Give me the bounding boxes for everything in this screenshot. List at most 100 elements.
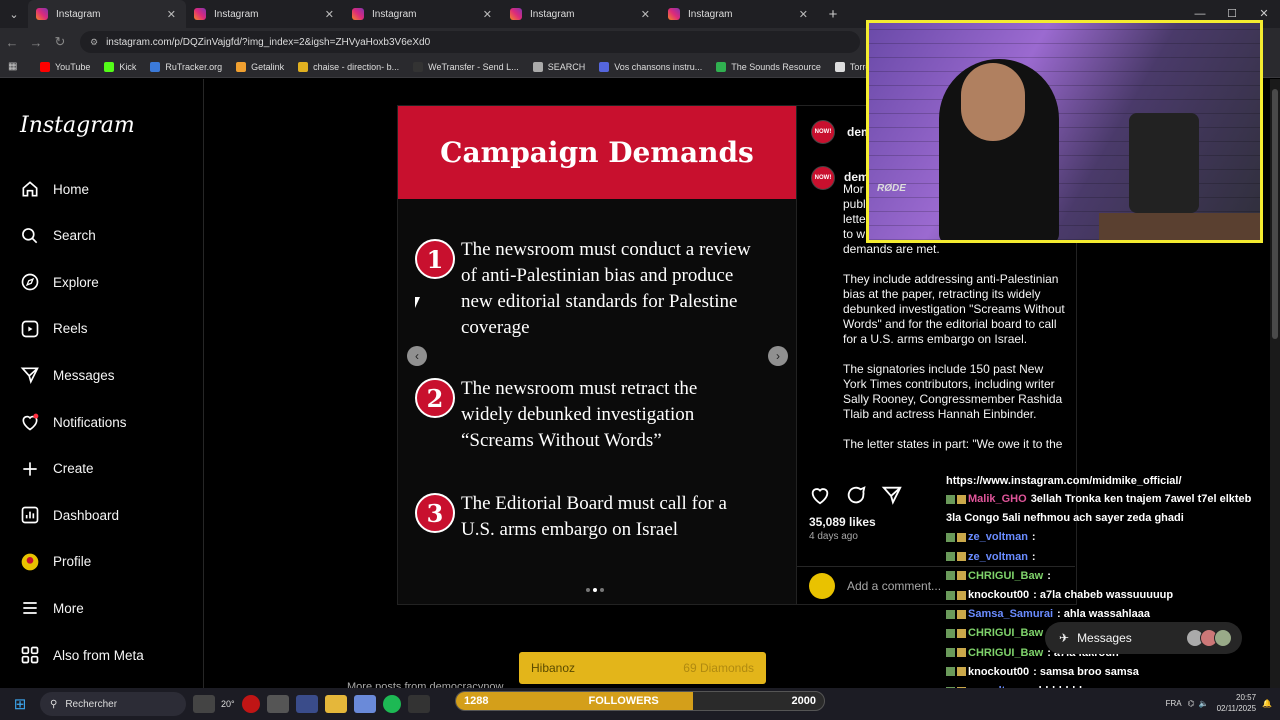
browser-tab[interactable]: Instagram ✕ bbox=[660, 0, 818, 28]
sidebar-item-profile[interactable]: Profile bbox=[20, 552, 91, 572]
bookmark-item[interactable]: chaise - direction- b... bbox=[298, 61, 400, 72]
like-count[interactable]: 35,089 likes bbox=[809, 515, 876, 529]
caption-paragraph: The letter states in part: "We owe it to… bbox=[843, 437, 1063, 453]
app-icon[interactable] bbox=[295, 695, 318, 713]
followers-label: FOLLOWERS bbox=[588, 695, 659, 707]
bookmark-item[interactable]: The Sounds Resource bbox=[716, 61, 821, 72]
bookmark-label: Vos chansons instru... bbox=[614, 61, 703, 72]
author-avatar[interactable]: NOW! bbox=[811, 120, 835, 144]
tab-search-button[interactable]: ⌄ bbox=[0, 0, 28, 28]
bookmark-item[interactable]: Kick bbox=[104, 61, 136, 72]
sidebar-item-home[interactable]: Home bbox=[20, 179, 89, 199]
sidebar-item-label: Search bbox=[53, 228, 96, 244]
clock-time: 20:57 bbox=[1236, 693, 1257, 702]
sidebar-item-dashboard[interactable]: Dashboard bbox=[20, 505, 119, 525]
sidebar-item-create[interactable]: Create bbox=[20, 459, 94, 479]
windows-start-icon[interactable]: ⊞ bbox=[6, 695, 34, 713]
search-icon bbox=[20, 226, 40, 246]
bookmark-item[interactable]: RuTracker.org bbox=[150, 61, 222, 72]
bookmark-item[interactable]: Vos chansons instru... bbox=[599, 61, 703, 72]
reload-button[interactable]: ↻ bbox=[48, 34, 72, 50]
bookmark-item[interactable]: WeTransfer - Send L... bbox=[413, 61, 519, 72]
chat-text: 3ellah Tronka ken tnajem 7awel t7el elkt… bbox=[1030, 493, 1252, 505]
volume-icon[interactable]: 🔈 bbox=[1199, 699, 1209, 708]
sidebar-item-label: Profile bbox=[53, 554, 92, 570]
taskbar-search[interactable]: ⚲ Rechercher bbox=[40, 692, 186, 716]
sidebar-item-messages[interactable]: Messages bbox=[20, 365, 115, 385]
bookmark-item[interactable]: Getalink bbox=[236, 61, 284, 72]
browser-tab[interactable]: Instagram ✕ bbox=[502, 0, 660, 28]
bookmark-favicon-icon bbox=[104, 61, 115, 72]
app-icon[interactable] bbox=[266, 695, 289, 713]
sidebar-item-notifications[interactable]: Notifications bbox=[20, 412, 127, 432]
sidebar-item-more[interactable]: More bbox=[20, 598, 84, 618]
caption-paragraph: They include addressing anti-Palestinian… bbox=[843, 272, 1065, 346]
demand-item: 2 The newsroom must retract the widely de… bbox=[415, 376, 751, 454]
instagram-favicon-icon bbox=[194, 8, 206, 20]
bookmark-item[interactable]: YouTube bbox=[40, 61, 90, 72]
chat-message: ze_voltman: bbox=[946, 531, 1036, 543]
carousel-prev-button[interactable]: ‹ bbox=[407, 346, 427, 366]
language-indicator[interactable]: FRA bbox=[1166, 699, 1182, 708]
back-button[interactable]: ← bbox=[0, 35, 24, 50]
system-tray: FRA ⌬ 🔈 20:57 02/11/2025 🔔 bbox=[1166, 692, 1272, 714]
add-comment-input[interactable]: Add a comment... bbox=[847, 579, 941, 593]
bookmark-label: chaise - direction- b... bbox=[313, 61, 400, 72]
page-scrollbar[interactable] bbox=[1270, 79, 1280, 688]
sidebar-item-reels[interactable]: Reels bbox=[20, 319, 88, 339]
messages-icon bbox=[20, 365, 40, 385]
chat-message: knockout00: a7la chabeb wassuuuuup bbox=[946, 589, 1173, 601]
dashboard-icon bbox=[20, 505, 40, 525]
new-tab-button[interactable]: + bbox=[818, 6, 848, 23]
apps-grid-icon[interactable]: ▦ bbox=[8, 61, 26, 72]
network-icon[interactable]: ⌬ bbox=[1188, 699, 1195, 708]
task-view-icon[interactable] bbox=[193, 695, 215, 713]
sidebar-item-search[interactable]: Search bbox=[20, 226, 96, 246]
bookmark-item[interactable]: SEARCH bbox=[532, 61, 585, 72]
forward-button[interactable]: → bbox=[24, 35, 48, 50]
live-icon[interactable] bbox=[407, 695, 430, 713]
browser-tab[interactable]: Instagram ✕ bbox=[28, 0, 186, 28]
chat-badge-icon bbox=[946, 667, 955, 677]
tab-title: Instagram bbox=[214, 8, 259, 20]
browser-tab[interactable]: Instagram ✕ bbox=[344, 0, 502, 28]
meta-icon bbox=[20, 645, 40, 665]
browser-tab[interactable]: Instagram ✕ bbox=[186, 0, 344, 28]
notification-bell-icon[interactable]: 🔔 bbox=[1262, 699, 1272, 708]
carousel-next-button[interactable]: › bbox=[768, 346, 788, 366]
file-explorer-icon[interactable] bbox=[324, 695, 347, 713]
bookmark-list: YouTube Kick RuTracker.org Getalink chaise -… bbox=[26, 61, 987, 72]
message-avatars bbox=[1186, 629, 1232, 647]
instagram-favicon-icon bbox=[510, 8, 522, 20]
close-tab-icon[interactable]: ✕ bbox=[167, 8, 176, 21]
site-info-icon[interactable]: ⚙ bbox=[90, 37, 98, 48]
chat-message: Malik_GHO 3ellah Tronka ken tnajem 7awel … bbox=[946, 493, 1251, 505]
close-tab-icon[interactable]: ✕ bbox=[483, 8, 492, 21]
sidebar-item-label: Create bbox=[53, 461, 94, 477]
chat-text: : samsa broo samsa bbox=[1033, 665, 1139, 678]
like-heart-icon[interactable] bbox=[809, 484, 831, 506]
messages-popup-button[interactable]: ✈ Messages bbox=[1045, 622, 1242, 654]
weather-widget[interactable]: 20° bbox=[221, 699, 235, 709]
caption-avatar[interactable]: NOW! bbox=[811, 166, 835, 190]
chat-username: knockout00 bbox=[968, 589, 1030, 601]
instagram-favicon-icon bbox=[668, 8, 680, 20]
close-tab-icon[interactable]: ✕ bbox=[325, 8, 334, 21]
instagram-logo[interactable]: Instagram bbox=[20, 113, 135, 138]
taskbar-search-placeholder: Rechercher bbox=[65, 698, 118, 710]
instagram-sidebar: Instagram Home Search Explore Reels Messages… bbox=[0, 79, 204, 688]
spotify-icon[interactable] bbox=[382, 695, 401, 713]
chat-message: knockout00: samsa broo samsa bbox=[946, 666, 1139, 678]
sidebar-item-also-from-meta[interactable]: Also from Meta bbox=[20, 645, 144, 665]
app-icon[interactable] bbox=[353, 695, 376, 713]
sidebar-item-explore[interactable]: Explore bbox=[20, 272, 99, 292]
chat-username: ze_voltman bbox=[968, 550, 1028, 563]
share-icon[interactable] bbox=[881, 484, 903, 506]
opera-icon[interactable] bbox=[241, 695, 260, 713]
close-tab-icon[interactable]: ✕ bbox=[641, 8, 650, 21]
close-tab-icon[interactable]: ✕ bbox=[799, 8, 808, 21]
clock[interactable]: 20:57 02/11/2025 bbox=[1217, 692, 1256, 714]
url-field[interactable]: ⚙ instagram.com/p/DQZinVajgfd/?img_index… bbox=[80, 31, 860, 53]
comment-icon[interactable] bbox=[845, 484, 867, 506]
chat-badge-icon bbox=[957, 494, 966, 504]
